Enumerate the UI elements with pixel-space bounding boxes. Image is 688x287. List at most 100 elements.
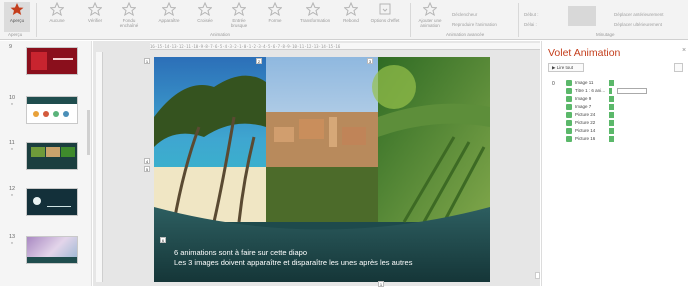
timing-bar — [609, 104, 614, 110]
editor-scroll-button[interactable] — [535, 272, 540, 279]
start-field[interactable]: Début : — [524, 12, 539, 17]
play-all-label: Lire tout — [556, 65, 573, 70]
animation-item-name: Image 11 — [575, 80, 594, 85]
effect-fade-button[interactable]: Fondu enchaîné — [116, 2, 142, 28]
effect-verify-button[interactable]: Vérifier — [82, 2, 108, 23]
pane-options-button[interactable] — [674, 63, 683, 72]
effect-shape-label: Forme — [268, 18, 282, 23]
effect-star-icon — [566, 104, 572, 110]
effect-star-icon — [566, 120, 572, 126]
effect-appear-button[interactable]: Apparaître — [156, 2, 182, 23]
star-icon — [162, 2, 176, 16]
thumbnail-text-line — [53, 58, 73, 60]
slide-thumbnail-9[interactable] — [26, 47, 78, 75]
group-label-timing: Minutage — [596, 32, 615, 37]
thumbnail-dot — [63, 111, 69, 117]
timing-bar — [609, 80, 614, 86]
animation-painter-button[interactable]: Reproduire l'animation — [452, 22, 497, 27]
effect-appear-label: Apparaître — [158, 18, 180, 23]
effect-options-icon — [379, 3, 391, 15]
thumbnail-line — [47, 195, 71, 207]
trigger-menu[interactable]: Déclencheur — [452, 12, 477, 17]
group-label-animation: Animation — [210, 32, 231, 37]
close-icon[interactable]: × — [682, 47, 686, 54]
add-animation-icon — [423, 2, 437, 16]
play-all-button[interactable]: ▶ Lire tout — [548, 63, 584, 72]
slide-thumbnail-12[interactable] — [26, 188, 78, 216]
star-icon — [88, 2, 102, 16]
thumbnail-number: 12 — [9, 186, 16, 192]
effect-cross-button[interactable]: Croisée — [192, 2, 218, 23]
animation-tag[interactable]: 1 — [378, 281, 384, 287]
separator — [518, 3, 519, 37]
animation-tag[interactable]: 4 — [144, 158, 150, 164]
effect-star-icon — [566, 96, 572, 102]
thumbnail-animation-star: * — [11, 242, 13, 248]
slide-text-line-1[interactable]: 6 animations sont à faire sur cette diap… — [174, 248, 307, 257]
move-earlier-button[interactable]: Déplacer antérieurement — [614, 12, 664, 17]
animation-pane — [541, 41, 688, 286]
effect-star-icon — [566, 88, 572, 94]
vertical-ruler — [96, 52, 103, 282]
slide-thumbnail-10[interactable] — [26, 96, 78, 124]
effect-star-icon — [566, 128, 572, 134]
separator — [410, 3, 411, 37]
effect-fade-label: Fondu enchaîné — [119, 18, 139, 28]
effect-none-button[interactable]: Aucune — [44, 2, 70, 23]
effect-bounce-button[interactable]: Rebond — [338, 2, 364, 23]
slide-text-line-2[interactable]: Les 3 images doivent apparaître et dispa… — [174, 258, 412, 267]
preview-button[interactable]: Aperçu — [4, 2, 30, 32]
thumbnail-number: 13 — [9, 234, 16, 240]
horizontal-ruler: 16·15·14·13·12·11·10·9·8·7·6·5·4·3·2·1·0… — [150, 43, 540, 50]
preview-label: Aperçu — [9, 18, 25, 23]
effect-fly-in-label: Entrée brusque — [230, 18, 248, 28]
move-later-button[interactable]: Déplacer ultérieurement — [614, 22, 662, 27]
timing-track — [617, 88, 647, 94]
duration-field[interactable] — [568, 6, 596, 26]
thumbnail-shape — [31, 52, 47, 70]
effect-shape-button[interactable]: Forme — [262, 2, 288, 23]
thumbnail-image — [61, 147, 75, 157]
thumbnail-number: 9 — [9, 44, 13, 50]
animation-tag[interactable]: 5 — [144, 166, 150, 172]
add-animation-button[interactable]: Ajouter une animation — [414, 2, 446, 28]
animation-item-name: Picture 24 — [575, 112, 596, 117]
effect-star-icon — [566, 112, 572, 118]
effect-verify-label: Vérifier — [87, 18, 103, 23]
effect-options-button[interactable]: Options d'effet — [370, 2, 400, 23]
timing-bar — [609, 128, 614, 134]
timing-bar — [609, 88, 612, 94]
effect-transform-button[interactable]: Transformation — [300, 2, 330, 23]
timing-bar — [609, 96, 614, 102]
animation-tag[interactable]: 2 — [256, 58, 262, 64]
animation-item-name: Image 9 — [575, 96, 592, 101]
thumbnail-dot — [53, 111, 59, 117]
star-preview-icon — [10, 3, 24, 15]
effect-fly-in-button[interactable]: Entrée brusque — [226, 2, 252, 28]
thumbnail-image — [46, 147, 60, 157]
slide-thumbnail-13[interactable] — [26, 236, 78, 264]
thumbnail-animation-star: * — [11, 148, 13, 154]
star-icon — [198, 2, 212, 16]
thumbnail-number: 10 — [9, 95, 16, 101]
animation-tag[interactable]: 3 — [367, 58, 373, 64]
star-icon — [306, 2, 320, 16]
slide-thumbnail-11[interactable] — [26, 142, 78, 170]
thumbnail-light — [33, 197, 41, 205]
ribbon: Aperçu Aucune Vérifier Fondu enchaîné Ap… — [0, 0, 688, 40]
delay-field[interactable]: Délai : — [524, 22, 537, 27]
thumbnail-animation-star: * — [11, 194, 13, 200]
timing-bar — [609, 120, 614, 126]
star-icon — [122, 2, 136, 16]
timing-bar — [609, 112, 614, 118]
add-animation-label: Ajouter une animation — [418, 18, 442, 28]
animation-tag[interactable]: 6 — [160, 237, 166, 243]
thumbnail-number: 11 — [9, 140, 15, 146]
animation-item-name: Picture 16 — [575, 136, 596, 141]
animation-tag[interactable]: 1 — [144, 58, 150, 64]
thumbnail-image — [31, 147, 45, 157]
effect-transform-label: Transformation — [300, 18, 331, 23]
effect-star-icon — [566, 80, 572, 86]
thumbnails-scrollbar[interactable] — [87, 110, 90, 155]
animation-item-name: Image 7 — [575, 104, 592, 109]
